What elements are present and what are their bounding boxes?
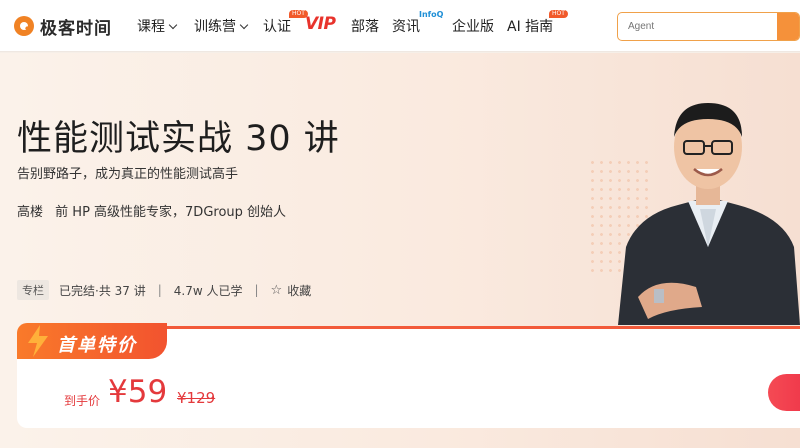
author-line: 高楼 前 HP 高级性能专家，7DGroup 创始人 [17, 201, 294, 220]
promo-label: 首单特价 [57, 335, 137, 356]
nav-bootcamp-label: 训练营 [194, 19, 236, 35]
nav-ai-guide[interactable]: AI 指南 HOT [507, 10, 568, 37]
chevron-down-icon [239, 20, 249, 29]
nav-vip[interactable]: VIP [305, 14, 336, 34]
brand-name: 极客时间 [40, 18, 112, 39]
course-title: 性能测试实战 30 讲 [17, 119, 340, 159]
top-navigation-bar: 极客时间 课程 训练营 认证 HOT VIP 部落 资讯 InfoQ 企业版 A… [0, 0, 800, 52]
divider: | [157, 283, 162, 297]
nav-enterprise[interactable]: 企业版 [452, 15, 494, 37]
nav-news-label: 资讯 [392, 19, 420, 35]
nav-courses[interactable]: 课程 [137, 15, 178, 37]
logo-icon [14, 16, 34, 36]
original-price: ¥129 [177, 389, 216, 407]
nav-bootcamp[interactable]: 训练营 [194, 15, 249, 37]
course-meta: 专栏 已完结·共 37 讲 | 4.7w 人已学 | ☆ 收藏 [17, 280, 311, 300]
search-button[interactable] [777, 13, 799, 40]
search-box [617, 12, 800, 41]
favorite-label: 收藏 [287, 283, 312, 298]
star-icon: ☆ [270, 282, 283, 298]
course-status: 已完结·共 37 讲 [59, 283, 146, 298]
price-label: 到手价 [64, 394, 101, 408]
nav-courses-label: 课程 [137, 19, 165, 35]
infoq-badge: InfoQ [419, 10, 444, 19]
author-bio: 前 HP 高级性能专家，7DGroup 创始人 [55, 205, 287, 220]
nav-enterprise-label: 企业版 [452, 19, 494, 35]
instructor-photo [618, 103, 800, 325]
search-input[interactable] [618, 13, 778, 40]
nav-certification-label: 认证 [263, 19, 291, 35]
nav-ai-guide-label: AI 指南 [507, 19, 554, 35]
buy-button[interactable] [768, 374, 800, 411]
course-type-tag: 专栏 [17, 280, 49, 300]
learner-count: 4.7w 人已学 [173, 283, 243, 298]
course-subtitle: 告别野路子，成为真正的性能测试高手 [17, 167, 239, 182]
current-price: ¥59 [108, 374, 168, 410]
nav-community-label: 部落 [351, 19, 379, 35]
nav-community[interactable]: 部落 [351, 15, 379, 37]
brand-logo[interactable]: 极客时间 [14, 13, 112, 39]
favorite-button[interactable]: ☆ 收藏 [271, 282, 312, 299]
chevron-down-icon [168, 20, 178, 29]
divider: | [254, 283, 259, 297]
author-name: 高楼 [17, 205, 44, 220]
nav-certification[interactable]: 认证 HOT [263, 10, 308, 37]
lightning-icon [28, 325, 48, 357]
hot-badge: HOT [549, 10, 568, 18]
nav-news[interactable]: 资讯 [392, 15, 420, 37]
